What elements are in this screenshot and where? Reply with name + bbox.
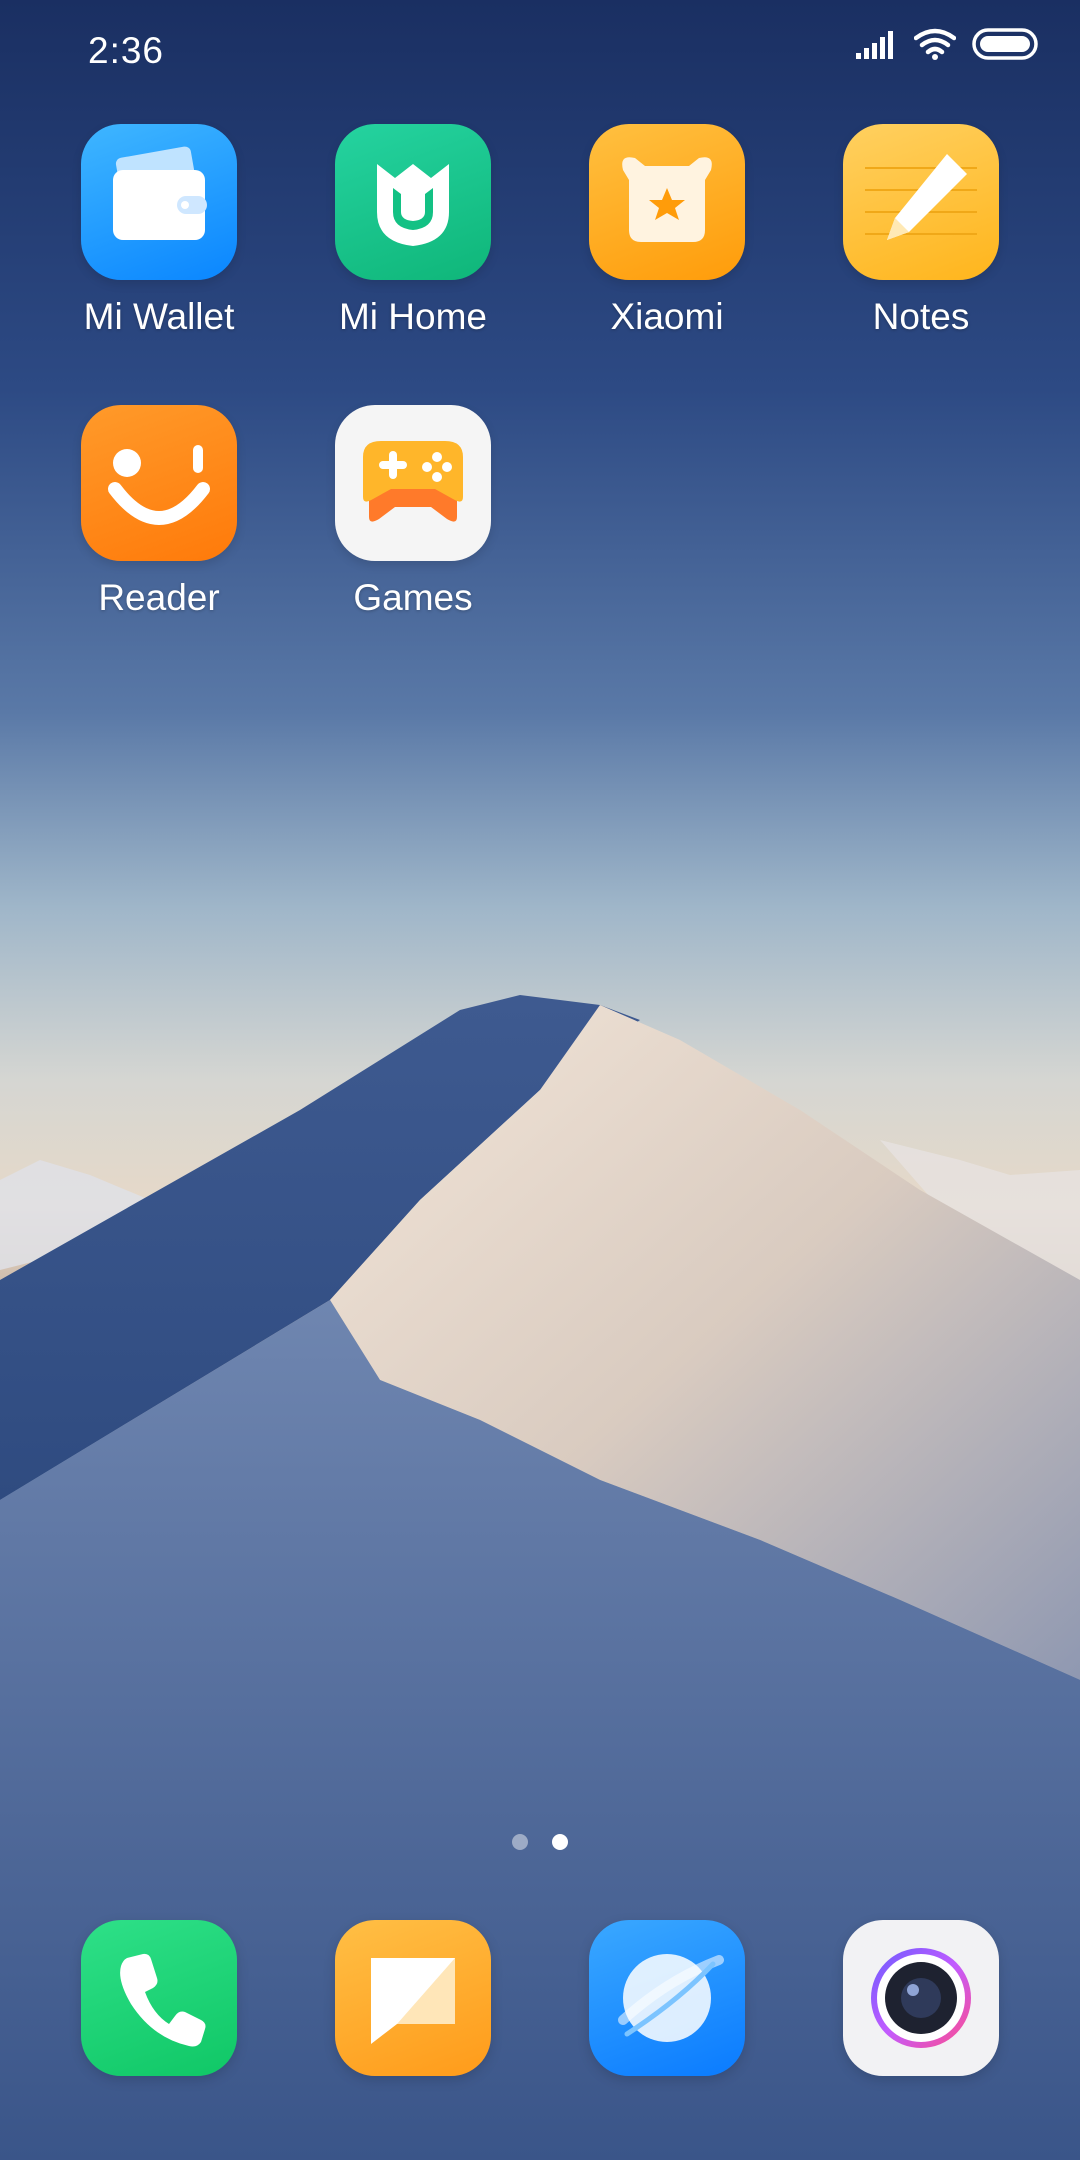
reader-smile-icon — [81, 405, 237, 561]
dock-messages-app[interactable] — [335, 1920, 491, 2076]
dock-browser-app[interactable] — [589, 1920, 745, 2076]
app-xiaomi[interactable]: Xiaomi — [557, 124, 777, 338]
wifi-icon — [914, 28, 956, 60]
app-games[interactable]: Games — [303, 405, 523, 619]
xiaomi-bunny-icon — [589, 124, 745, 280]
app-notes[interactable]: Notes — [811, 124, 1031, 338]
page-indicator — [0, 1834, 1080, 1850]
status-bar: 2:36 — [0, 0, 1080, 110]
app-label: Notes — [872, 296, 970, 337]
status-time: 2:36 — [88, 30, 165, 71]
wallet-icon — [81, 124, 237, 280]
gamepad-icon — [335, 405, 491, 561]
browser-planet-icon — [618, 1954, 724, 2042]
app-mi-home[interactable]: Mi Home — [303, 124, 523, 338]
message-icon — [371, 1958, 455, 2044]
mi-home-icon — [335, 124, 491, 280]
page-dot-2-active[interactable] — [552, 1834, 568, 1850]
dock-phone-app[interactable] — [81, 1920, 237, 2076]
notes-pencil-icon — [843, 124, 999, 280]
dock-camera-app[interactable] — [843, 1920, 999, 2076]
battery-icon — [972, 28, 1038, 60]
home-screen: 2:36 Mi Wallet Mi Home Xiaomi Notes Read… — [0, 0, 1080, 2160]
signal-icon — [856, 31, 893, 59]
status-icons — [856, 28, 1038, 60]
camera-icon — [871, 1948, 971, 2048]
app-mi-wallet[interactable]: Mi Wallet — [49, 124, 269, 338]
app-label: Reader — [98, 577, 220, 618]
page-dot-1[interactable] — [512, 1834, 528, 1850]
phone-icon — [120, 1953, 206, 2047]
app-reader[interactable]: Reader — [49, 405, 269, 619]
app-label: Mi Home — [338, 296, 488, 337]
app-label: Games — [353, 577, 473, 618]
app-label: Mi Wallet — [83, 296, 235, 337]
app-label: Xiaomi — [610, 296, 724, 337]
